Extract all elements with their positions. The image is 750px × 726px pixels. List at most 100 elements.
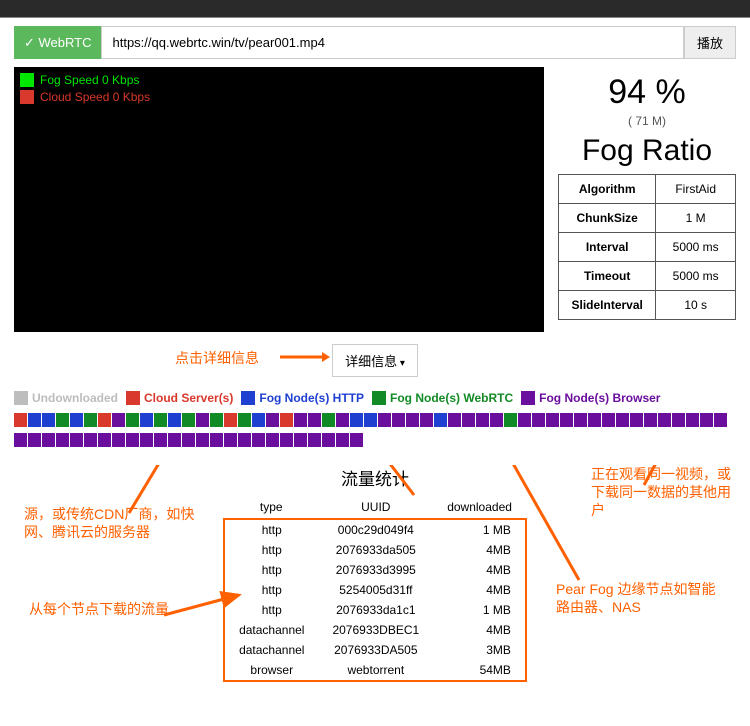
chunk [644, 413, 658, 427]
chunk [168, 433, 182, 447]
chunk [238, 433, 252, 447]
chunk [210, 433, 224, 447]
chunk [154, 433, 168, 447]
chunk [28, 413, 42, 427]
chunk [336, 433, 350, 447]
chunk [518, 413, 532, 427]
chunk [560, 413, 574, 427]
fog-speed-legend: Fog Speed 0 Kbps [20, 73, 538, 87]
chunk [210, 413, 224, 427]
chunk [308, 413, 322, 427]
play-button[interactable]: 播放 [684, 26, 736, 59]
config-row: AlgorithmFirstAid [559, 175, 736, 204]
fog-ratio-percent: 94 % [558, 73, 736, 112]
chunk [168, 413, 182, 427]
chunk [658, 413, 672, 427]
legend-undownloaded: Undownloaded [14, 391, 118, 405]
chunk [476, 413, 490, 427]
traffic-row: datachannel2076933DBEC14MB [224, 620, 526, 640]
chunk [350, 413, 364, 427]
detail-row: 点击详细信息 详细信息 [0, 344, 750, 377]
chunk [602, 413, 616, 427]
chunk [28, 433, 42, 447]
chunk-bar-1 [14, 413, 736, 427]
traffic-row: http2076933da1c11 MB [224, 600, 526, 620]
chunk [714, 413, 728, 427]
chunk [84, 413, 98, 427]
chunk [392, 413, 406, 427]
traffic-row: browserwebtorrent54MB [224, 660, 526, 681]
chunk [154, 413, 168, 427]
chunk [98, 413, 112, 427]
traffic-row: http5254005d31ff4MB [224, 580, 526, 600]
legend-fog-http: Fog Node(s) HTTP [241, 391, 364, 405]
legend-fog-webrtc: Fog Node(s) WebRTC [372, 391, 513, 405]
fog-ratio-title: Fog Ratio [558, 134, 736, 168]
traffic-header: downloaded [433, 496, 526, 519]
chunk [14, 413, 28, 427]
chunk [294, 413, 308, 427]
ratio-panel: 94 % ( 71 M) Fog Ratio AlgorithmFirstAid… [558, 67, 736, 332]
traffic-table: typeUUIDdownloaded http000c29d049f41 MBh… [223, 496, 527, 682]
chunk [322, 413, 336, 427]
chunk [350, 433, 364, 447]
cloud-speed-legend: Cloud Speed 0 Kbps [20, 90, 538, 104]
chunk [532, 413, 546, 427]
chunk [280, 413, 294, 427]
ann-edge: Pear Fog 边缘节点如智能路由器、NAS [556, 580, 716, 616]
traffic-row: http2076933d39954MB [224, 560, 526, 580]
chunk [42, 433, 56, 447]
chunk [224, 433, 238, 447]
config-row: Timeout5000 ms [559, 262, 736, 291]
source-legend: Undownloaded Cloud Server(s) Fog Node(s)… [14, 391, 736, 405]
chunk [70, 413, 84, 427]
config-row: ChunkSize1 M [559, 204, 736, 233]
ann-same-video: 正在观看同一视频，或下载同一数据的其他用户 [591, 465, 736, 520]
chunk [56, 433, 70, 447]
chunk [266, 413, 280, 427]
chunk [84, 433, 98, 447]
chunk [224, 413, 238, 427]
traffic-row: http000c29d049f41 MB [224, 519, 526, 540]
chunk [294, 433, 308, 447]
chunk [42, 413, 56, 427]
chunk [182, 433, 196, 447]
config-row: SlideInterval10 s [559, 291, 736, 320]
webrtc-badge: ✓ WebRTC [14, 26, 101, 59]
chunk [700, 413, 714, 427]
chunk [252, 413, 266, 427]
chunk [546, 413, 560, 427]
ann-per-node: 从每个节点下载的流量 [29, 600, 189, 618]
chunk [252, 433, 266, 447]
chunk [686, 413, 700, 427]
chunk-bar-2 [14, 433, 736, 447]
chunk [196, 433, 210, 447]
chunk [504, 413, 518, 427]
chunk [70, 433, 84, 447]
chunk [56, 413, 70, 427]
chunk [182, 413, 196, 427]
traffic-header: type [224, 496, 318, 519]
chunk [126, 413, 140, 427]
chunk [322, 433, 336, 447]
chunk [126, 433, 140, 447]
chunk [616, 413, 630, 427]
chunk [448, 413, 462, 427]
chunk [574, 413, 588, 427]
chunk [434, 413, 448, 427]
url-bar: ✓ WebRTC 播放 [14, 26, 736, 59]
chunk [420, 413, 434, 427]
traffic-row: datachannel2076933DA5053MB [224, 640, 526, 660]
chunk [14, 433, 28, 447]
chunk [266, 433, 280, 447]
chunk [378, 413, 392, 427]
chunk [364, 413, 378, 427]
header-banner [0, 0, 750, 18]
legend-fog-browser: Fog Node(s) Browser [521, 391, 660, 405]
chunk [406, 413, 420, 427]
video-url-input[interactable] [101, 26, 684, 59]
chunk [280, 433, 294, 447]
chunk [588, 413, 602, 427]
detail-button[interactable]: 详细信息 [332, 344, 418, 377]
config-row: Interval5000 ms [559, 233, 736, 262]
